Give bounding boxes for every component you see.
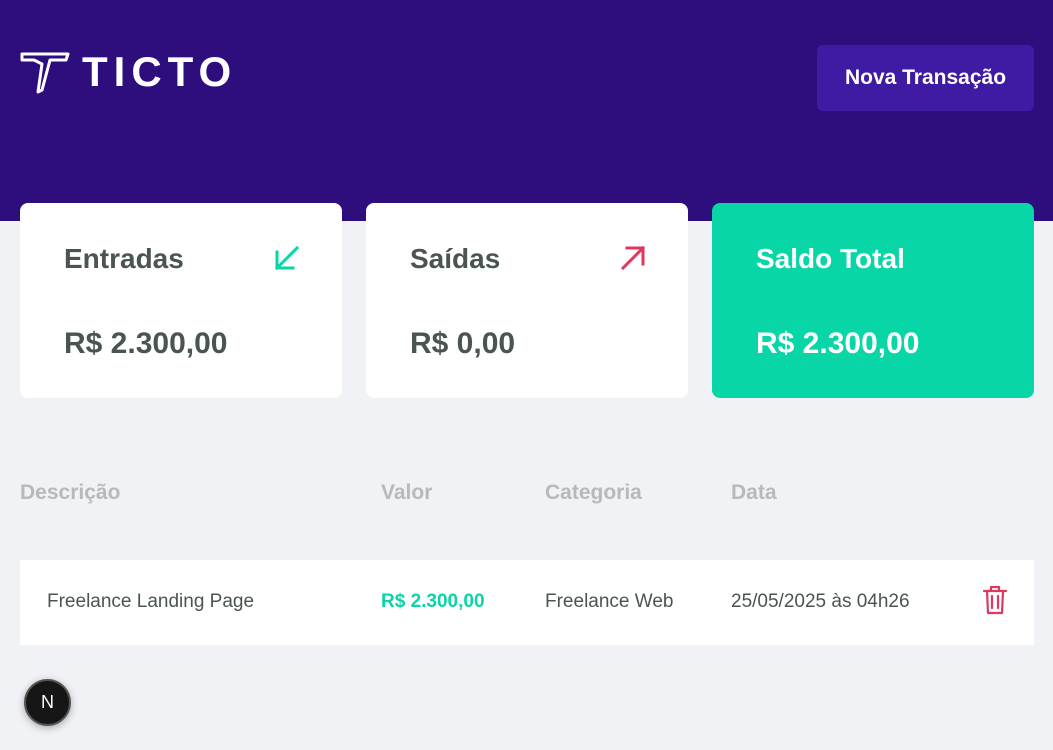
income-card: Entradas R$ 2.300,00 (20, 203, 342, 398)
dev-badge-label: N (41, 692, 54, 712)
new-transaction-button[interactable]: Nova Transação (817, 45, 1034, 111)
arrow-down-left-icon (274, 245, 300, 271)
total-card: Saldo Total R$ 2.300,00 (712, 203, 1034, 398)
total-title: Saldo Total (756, 243, 905, 274)
row-value: R$ 2.300,00 (381, 591, 485, 612)
ticto-logo-icon (20, 52, 70, 94)
total-value: R$ 2.300,00 (756, 327, 920, 360)
header-value: Valor (381, 481, 433, 504)
row-date: 25/05/2025 às 04h26 (731, 591, 910, 612)
income-value: R$ 2.300,00 (64, 327, 228, 360)
table-row: Freelance Landing Page R$ 2.300,00 Freel… (20, 560, 1034, 645)
arrow-up-right-icon (620, 245, 646, 271)
outcome-value: R$ 0,00 (410, 327, 516, 360)
header-date: Data (731, 481, 777, 504)
outcome-title: Saídas (410, 243, 501, 274)
income-title: Entradas (64, 243, 184, 274)
row-category: Freelance Web (545, 591, 674, 612)
header-description: Descrição (20, 481, 121, 504)
trash-icon[interactable] (980, 584, 1010, 616)
ticto-logo: TICTO (20, 48, 237, 96)
header-category: Categoria (545, 481, 642, 504)
row-description: Freelance Landing Page (47, 591, 255, 612)
logo-text: TICTO (82, 48, 238, 95)
outcome-card: Saídas R$ 0,00 (366, 203, 688, 398)
nextjs-dev-badge[interactable]: N (24, 679, 71, 726)
header: TICTO Nova Transação (0, 0, 1053, 221)
